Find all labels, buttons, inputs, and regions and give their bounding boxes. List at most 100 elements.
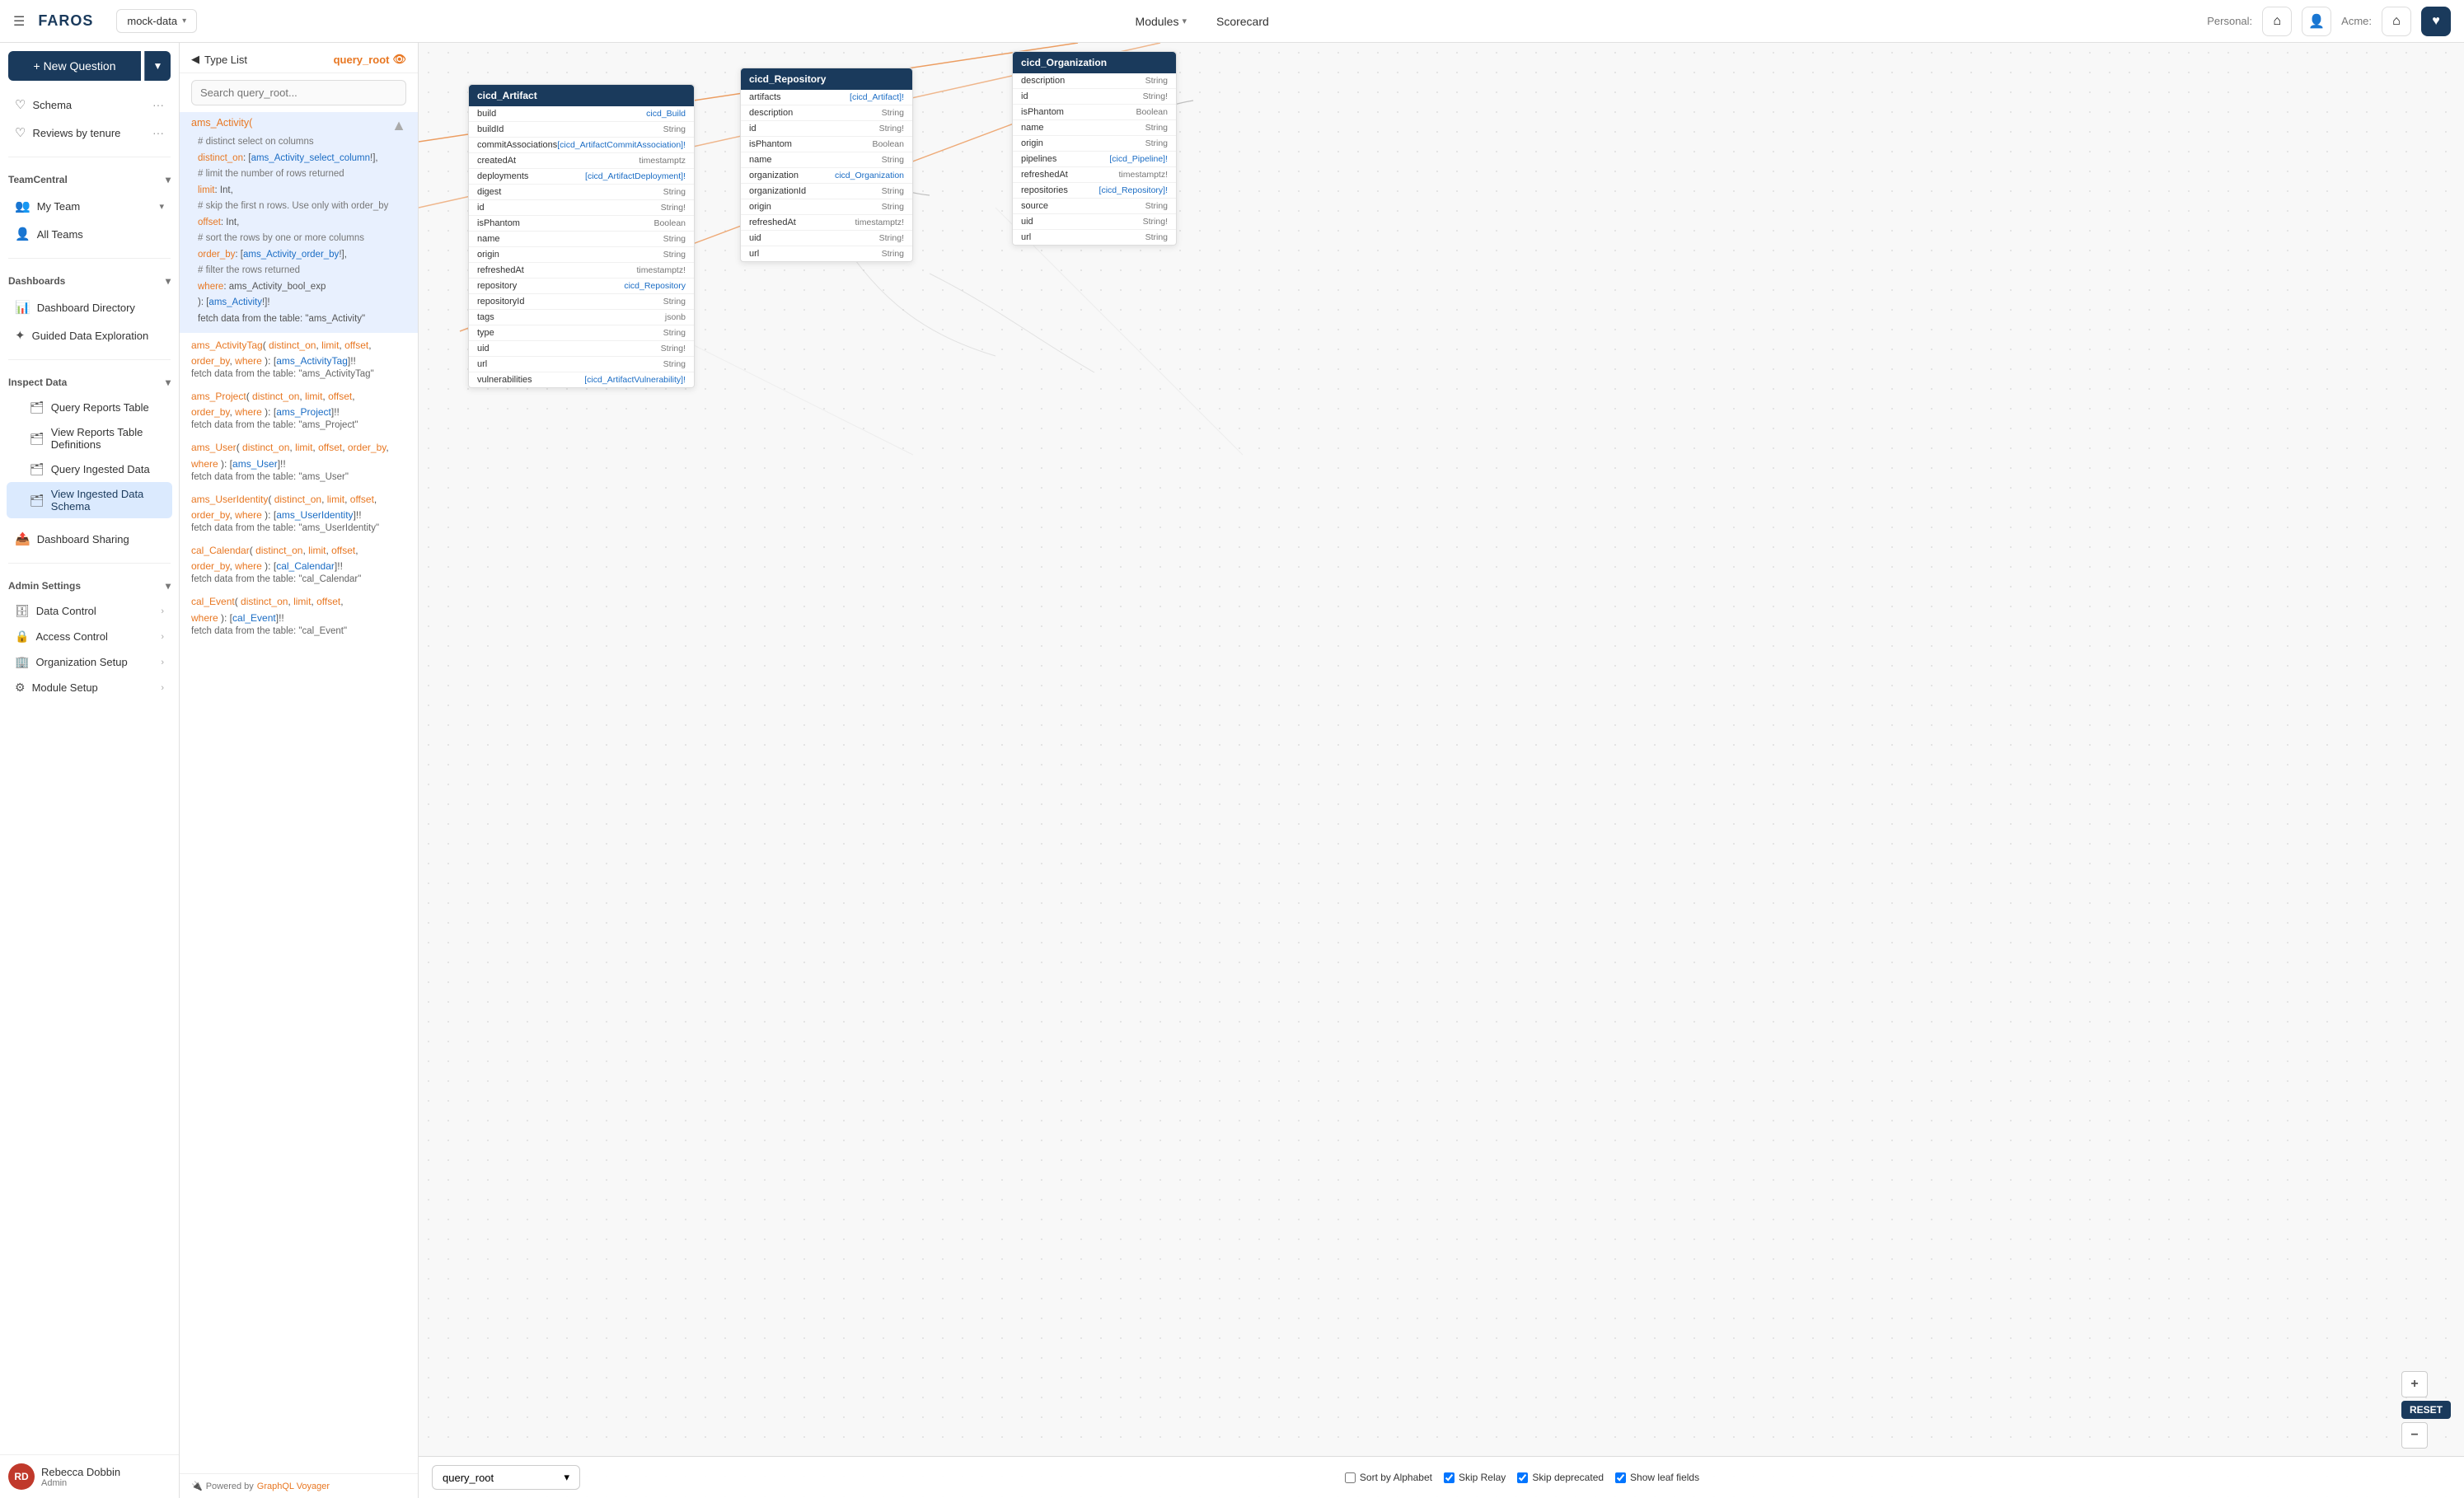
hamburger-icon[interactable]: ☰ [13,13,25,30]
sidebar-item-data-control[interactable]: 🗄 Data Control › [7,598,172,624]
node-row: pipelines [cicd_Pipeline]! [1013,152,1176,167]
graph-root-dropdown[interactable]: query_root ▾ [432,1465,580,1490]
checkbox-skip-deprecated[interactable]: Skip deprecated [1517,1472,1604,1483]
query-list: ams_Activity( ▲ # distinct select on col… [180,112,418,1473]
list-item[interactable]: ams_ActivityTag( distinct_on, limit, off… [180,333,418,384]
list-item[interactable]: ams_Project( distinct_on, limit, offset,… [180,384,418,435]
schema-dots-icon[interactable]: ··· [152,98,164,111]
personal-person-button[interactable]: 👤 [2302,7,2331,36]
sidebar-item-schema[interactable]: ♡ Schema ··· [7,91,172,119]
sidebar-item-allteams[interactable]: 👤 All Teams [7,220,172,248]
sidebar-item-module-setup[interactable]: ⚙ Module Setup › [7,675,172,700]
node-row: commitAssociations [cicd_ArtifactCommitA… [469,138,694,153]
myteam-arrow[interactable]: ▾ [159,201,164,212]
sidebar-item-dashboard-sharing[interactable]: 📤 Dashboard Sharing [7,525,172,553]
type-list-back-button[interactable]: ◀ Type List [191,53,247,66]
access-control-icon: 🔒 [15,630,29,644]
dashboards-chevron[interactable]: ▾ [166,275,171,287]
zoom-out-button[interactable]: − [2401,1422,2428,1449]
graph-node-artifact[interactable]: cicd_Artifact build cicd_Build buildId S… [468,84,695,388]
sidebar-item-guided[interactable]: ✦ Guided Data Exploration [7,321,172,349]
divider-4 [8,563,171,564]
list-item[interactable]: ams_User( distinct_on, limit, offset, or… [180,435,418,486]
graph-connections-svg [419,43,2464,1498]
allteams-icon: 👤 [15,227,30,241]
data-source-label: mock-data [127,15,177,27]
sidebar-item-view-ingested[interactable]: 🗂 View Ingested Data Schema [7,482,172,518]
node-row: url String [469,357,694,372]
admin-chevron[interactable]: ▾ [166,580,171,592]
data-control-icon: 🗄 [15,604,30,618]
node-row: artifacts [cicd_Artifact]! [741,90,912,105]
sidebar-item-query-reports[interactable]: 🗂 Query Reports Table [7,395,172,420]
sort-alphabet-checkbox[interactable] [1345,1472,1356,1483]
node-row: refreshedAt timestamptz! [469,263,694,279]
acme-heart-button[interactable]: ♥ [2421,7,2451,36]
collapse-icon[interactable]: ▲ [391,117,406,134]
sidebar-item-access-control[interactable]: 🔒 Access Control › [7,624,172,649]
teamcentral-chevron[interactable]: ▾ [166,174,171,185]
checkbox-skip-relay[interactable]: Skip Relay [1444,1472,1506,1483]
sidebar-item-reviews[interactable]: ♡ Reviews by tenure ··· [7,119,172,147]
node-row: repositoryId String [469,294,694,310]
sidebar-item-myteam[interactable]: 👥 My Team ▾ [7,192,172,220]
zoom-in-button[interactable]: + [2401,1371,2428,1397]
bookmarks-section: ♡ Schema ··· ♡ Reviews by tenure ··· [0,87,179,150]
main-layout: + New Question ▼ ♡ Schema ··· ♡ Reviews … [0,43,2464,1498]
graph-area[interactable]: cicd_Artifact build cicd_Build buildId S… [419,43,2464,1498]
list-item[interactable]: cal_Event( distinct_on, limit, offset, w… [180,589,418,640]
sidebar-item-query-ingested[interactable]: 🗂 Query Ingested Data [7,456,172,482]
graph-node-repository[interactable]: cicd_Repository artifacts [cicd_Artifact… [740,68,913,262]
zoom-reset-button[interactable]: RESET [2401,1401,2451,1419]
powered-by-bar: 🔌 Powered by GraphQL Voyager [180,1473,418,1498]
user-avatar: RD [8,1463,35,1490]
heart-icon-2: ♡ [15,125,26,140]
skip-relay-checkbox[interactable] [1444,1472,1455,1483]
inspect-section: 🗂 Query Reports Table 🗂 View Reports Tab… [0,391,179,522]
sidebar-item-view-reports[interactable]: 🗂 View Reports Table Definitions [7,420,172,456]
list-item[interactable]: ams_Activity( ▲ # distinct select on col… [180,112,418,333]
query-search-input[interactable] [191,80,406,105]
nav-center: Modules ▾ Scorecard [207,9,2197,34]
admin-header: Admin Settings ▾ [0,570,179,595]
nav-right: Personal: ⌂ 👤 Acme: ⌂ ♥ [2207,7,2451,36]
skip-deprecated-checkbox[interactable] [1517,1472,1528,1483]
graph-node-organization[interactable]: cicd_Organization description String id … [1012,51,1177,246]
list-item[interactable]: ams_UserIdentity( distinct_on, limit, of… [180,487,418,538]
node-row: origin String [469,247,694,263]
personal-home-button[interactable]: ⌂ [2262,7,2292,36]
dropdown-arrow-icon: ▾ [564,1471,569,1484]
show-leaf-checkbox[interactable] [1615,1472,1626,1483]
node-row: description String [741,105,912,121]
node-row: digest String [469,185,694,200]
power-plug-icon: 🔌 [191,1481,203,1491]
inspect-chevron[interactable]: ▾ [166,377,171,388]
list-item[interactable]: cal_Calendar( distinct_on, limit, offset… [180,538,418,589]
node-row: organization cicd_Organization [741,168,912,184]
node-row: isPhantom Boolean [469,216,694,232]
checkbox-show-leaf[interactable]: Show leaf fields [1615,1472,1699,1483]
scorecard-button[interactable]: Scorecard [1203,9,1282,34]
acme-home-button[interactable]: ⌂ [2382,7,2411,36]
reviews-dots-icon[interactable]: ··· [152,126,164,139]
sidebar-item-dashboard-dir[interactable]: 📊 Dashboard Directory [7,293,172,321]
view-reports-icon: 🗂 [30,432,45,446]
node-row: source String [1013,199,1176,214]
checkbox-sort-alphabet[interactable]: Sort by Alphabet [1345,1472,1432,1483]
data-source-dropdown[interactable]: mock-data ▾ [116,9,197,33]
node-row: origin String [741,199,912,215]
acme-label: Acme: [2341,15,2372,27]
module-setup-icon: ⚙ [15,681,26,695]
divider-3 [8,359,171,360]
node-row: id String! [741,121,912,137]
new-question-arrow-button[interactable]: ▼ [144,51,171,81]
node-row: deployments [cicd_ArtifactDeployment]! [469,169,694,185]
new-question-row: + New Question ▼ [0,43,179,87]
new-question-button[interactable]: + New Question [8,51,141,81]
graphql-voyager-link[interactable]: GraphQL Voyager [257,1482,330,1491]
modules-button[interactable]: Modules ▾ [1122,9,1200,34]
teamcentral-header: TeamCentral ▾ [0,164,179,189]
sidebar: + New Question ▼ ♡ Schema ··· ♡ Reviews … [0,43,180,1498]
myteam-icon: 👥 [15,199,30,213]
sidebar-item-org-setup[interactable]: 🏢 Organization Setup › [7,649,172,675]
